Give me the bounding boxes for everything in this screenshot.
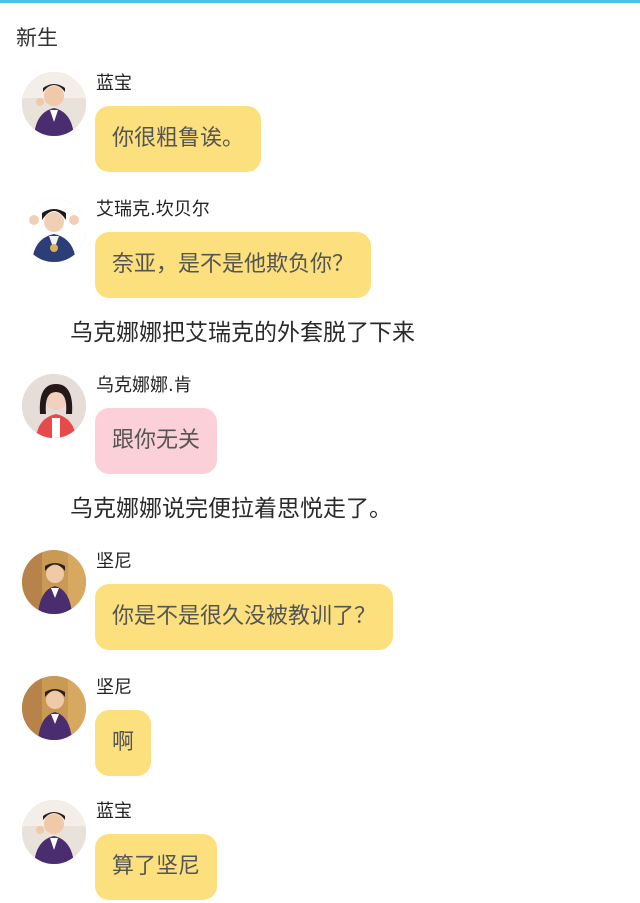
speaker-name: 蓝宝: [96, 801, 132, 822]
message-bubble[interactable]: 跟你无关: [95, 408, 218, 474]
message-bubble[interactable]: 你很粗鲁诶。: [95, 106, 262, 172]
section-title: 新生: [16, 26, 58, 50]
message-bubble[interactable]: 奈亚，是不是他欺负你？: [95, 232, 372, 298]
narration-text: 乌克娜娜说完便拉着思悦走了。: [70, 496, 392, 522]
top-accent-rule: [0, 0, 640, 3]
narration-text: 乌克娜娜把艾瑞克的外套脱了下来: [70, 320, 415, 346]
avatar-jianni[interactable]: [22, 676, 86, 740]
speaker-name: 坚尼: [96, 677, 132, 698]
message-bubble[interactable]: 算了坚尼: [95, 834, 218, 900]
speaker-name: 蓝宝: [96, 73, 132, 94]
message-bubble[interactable]: 啊: [95, 710, 152, 776]
message-bubble[interactable]: 你是不是很久没被教训了？: [95, 584, 394, 650]
avatar-lanbao[interactable]: [22, 800, 86, 864]
speaker-name: 艾瑞克.坎贝尔: [96, 199, 210, 220]
avatar-eric[interactable]: [22, 198, 86, 262]
avatar-jianni[interactable]: [22, 550, 86, 614]
avatar-lanbao[interactable]: [22, 72, 86, 136]
avatar-ukenana[interactable]: [22, 374, 86, 438]
speaker-name: 乌克娜娜.肯: [96, 375, 192, 396]
speaker-name: 坚尼: [96, 551, 132, 572]
